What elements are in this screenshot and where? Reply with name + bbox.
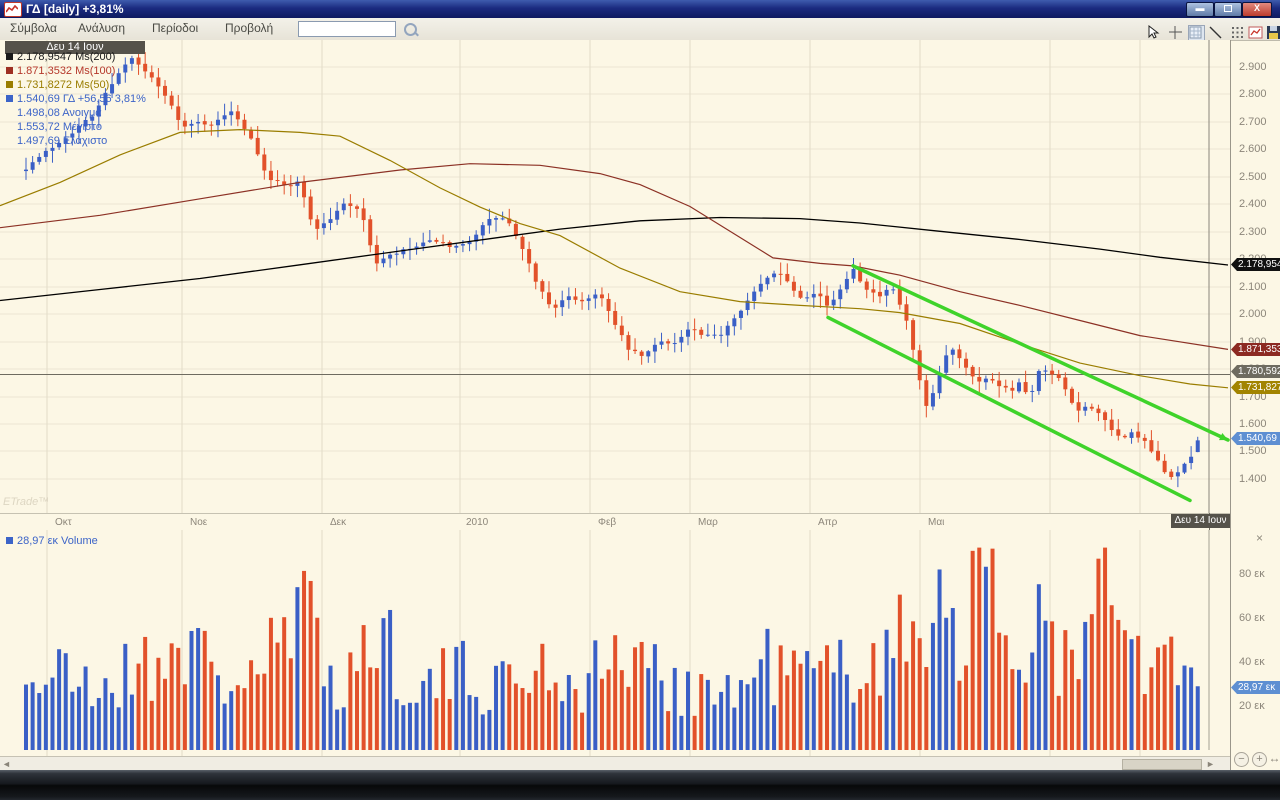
close-button[interactable]: X [1242,2,1272,17]
volume-tick-40 εκ: 40 εκ [1239,656,1265,668]
month-label-Οκτ: Οκτ [55,517,72,528]
legend-text: 1.540,69 ΓΔ +56,56 3,81% [17,93,146,105]
price-box-1.871,353: 1.871,353 [1231,343,1280,356]
minimize-button[interactable]: ▬ [1186,2,1214,17]
volume-tick-80 εκ: 80 εκ [1239,568,1265,580]
volume-tick-60 εκ: 60 εκ [1239,612,1265,624]
price-tick-2.000: 2.000 [1239,308,1267,320]
legend-text: 1.497,69 Ελάχιστο [17,135,107,147]
price-box-1.540,69: 1.540,69 [1231,432,1280,445]
legend-line-6: 1.497,69 Ελάχιστο [6,135,146,149]
scroll-right-arrow[interactable]: ► [1204,758,1217,770]
month-label-Δεκ: Δεκ [330,517,346,528]
legend-square [6,95,13,102]
month-label-Νοε: Νοε [190,517,207,528]
volume-legend-text: 28,97 εκ Volume [17,535,98,547]
restore-icon [1224,5,1232,12]
time-axis-highlight: Δευ 14 Ιουν [1171,514,1230,528]
price-box-2.178,954: 2.178,954 [1231,258,1280,271]
price-tick-2.600: 2.600 [1239,143,1267,155]
menu-item-Σύμβολα[interactable]: Σύμβολα [10,21,57,35]
menu-item-Ανάλυση[interactable]: Ανάλυση [78,21,125,35]
price-tick-1.500: 1.500 [1239,445,1267,457]
menu-item-Περίοδοι[interactable]: Περίοδοι [152,21,198,35]
volume-legend-square [6,537,13,544]
legend-square [6,81,13,88]
zoom-fit-button[interactable]: ↔ [1268,752,1280,765]
search-icon[interactable] [404,23,417,36]
app-chart-icon [4,2,22,17]
price-tick-2.300: 2.300 [1239,226,1267,238]
legend-line-3: 1.540,69 ΓΔ +56,56 3,81% [6,93,146,107]
legend-text: 1.553,72 Μέγιστο [17,121,102,133]
price-box-1.731,827: 1.731,827 [1231,381,1280,394]
price-box-1.780,592: 1.780,592 [1231,365,1280,378]
zoom-out-button[interactable]: − [1234,752,1249,767]
price-chart[interactable] [0,40,1230,513]
legend-line-1: 1.871,3532 Ms(100) [6,65,146,79]
price-tick-2.900: 2.900 [1239,61,1267,73]
price-tick-2.400: 2.400 [1239,198,1267,210]
watermark: ETrade™ [3,496,49,508]
legend-text: 1.498,08 Ανοιγμα [17,107,102,119]
legend-line-4: 1.498,08 Ανοιγμα [6,107,146,121]
price-tick-2.700: 2.700 [1239,116,1267,128]
legend-text: 1.871,3532 Ms(100) [17,65,115,77]
legend-line-0: 2.178,9547 Ms(200) [6,51,146,65]
price-tick-2.800: 2.800 [1239,88,1267,100]
save-icon[interactable] [1266,25,1280,40]
price-legend: 2.178,9547 Ms(200) 1.871,3532 Ms(100) 1.73… [6,51,146,149]
month-label-Μαρ: Μαρ [698,517,718,528]
price-axis-column: 2.9002.8002.7002.6002.5002.4002.3002.200… [1230,40,1280,770]
month-label-2010: 2010 [466,517,488,528]
legend-square [6,67,13,74]
legend-line-5: 1.553,72 Μέγιστο [6,121,146,135]
volume-tick-20 εκ: 20 εκ [1239,700,1265,712]
price-tick-1.400: 1.400 [1239,473,1267,485]
menu-item-Προβολή[interactable]: Προβολή [225,21,273,35]
pointer-icon[interactable] [1146,25,1161,40]
menubar: Σύμβολα Ανάλυση Περίοδοι Προβολή [0,18,1280,41]
volume-legend: 28,97 εκ Volume [6,535,98,547]
price-tick-2.100: 2.100 [1239,281,1267,293]
trendline-icon[interactable] [1208,25,1223,40]
legend-line-2: 1.731,8272 Ms(50) [6,79,146,93]
horizontal-scrollbar[interactable]: ◄ ► [0,756,1230,771]
time-axis-strip: Οκτ Νοε Δεκ 2010 Φεβ Μαρ Απρ Μαι [0,513,1230,531]
volume-chart[interactable] [0,530,1230,756]
window-title: ΓΔ [daily] +3,81% [26,0,124,18]
chart-icon[interactable] [1248,25,1263,40]
titlebar[interactable]: ΓΔ [daily] +3,81% ▬ X [0,0,1280,18]
month-label-Φεβ: Φεβ [598,517,616,528]
restore-button[interactable] [1214,2,1242,17]
month-label-Μαι: Μαι [928,517,944,528]
price-tick-2.500: 2.500 [1239,171,1267,183]
scroll-left-arrow[interactable]: ◄ [0,758,13,770]
scrollbar-thumb[interactable] [1122,759,1202,770]
legend-text: 1.731,8272 Ms(50) [17,79,109,91]
volume-box-28,97 εκ: 28,97 εκ [1231,681,1280,694]
legend-text: 2.178,9547 Ms(200) [17,51,115,63]
dots-icon[interactable] [1230,25,1245,40]
price-tick-1.600: 1.600 [1239,418,1267,430]
legend-square [6,53,13,60]
month-label-Απρ: Απρ [818,517,837,528]
crosshair-icon[interactable] [1168,25,1183,40]
zoom-in-button[interactable]: + [1252,752,1267,767]
screen: ΓΔ [daily] +3,81% ▬ X Σύμβολα Ανάλυση Περί… [0,0,1280,800]
taskbar: e♪C ♨2 Java(TM) ...▼♨10 Java(TM)...▼e[ Χ… [0,770,1280,800]
symbol-search-input[interactable] [298,21,396,37]
